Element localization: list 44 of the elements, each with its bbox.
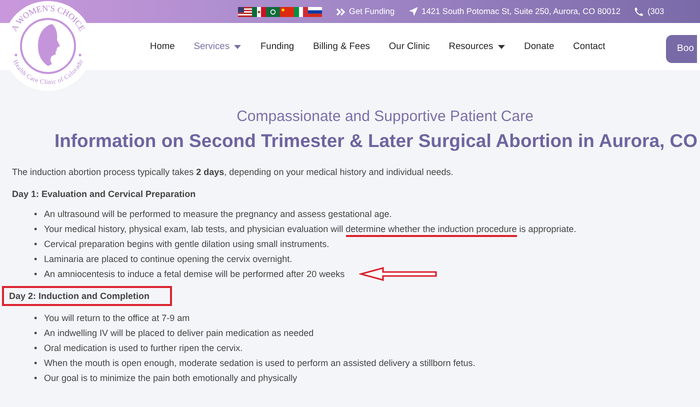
flag-icon[interactable] [252, 6, 266, 16]
phone-icon [634, 7, 644, 16]
intro-paragraph: The induction abortion process typically takes 2 days, depending on your medical history and individual needs. [12, 166, 454, 178]
list-item: An amniocentesis to induce a fetal demise will be performed after 20 weeks [44, 268, 345, 280]
bullet: • [34, 342, 38, 354]
nav-link[interactable]: Resources [448, 40, 506, 54]
bullet: • [34, 268, 38, 280]
bullet: • [34, 327, 38, 339]
address-link[interactable]: 1421 South Potomac St, Suite 250, Aurora, CO 80012 [422, 5, 620, 18]
double-chevron-icon [336, 8, 345, 16]
list-item: You will return to the office at 7-9 am [44, 312, 190, 324]
bullet: • [34, 238, 38, 250]
nav-link[interactable]: Services [194, 40, 242, 54]
bullet: • [34, 357, 38, 369]
nav-link[interactable]: Home [150, 40, 175, 54]
nav-link[interactable]: Donate [524, 40, 554, 54]
nav-link[interactable]: Funding [260, 40, 294, 54]
nav-link[interactable]: Contact [573, 40, 606, 54]
subtitle: Compassionate and Supportive Patient Care [236, 108, 534, 126]
list-item: Laminaria are placed to continue opening the cervix overnight. [44, 253, 292, 265]
list-item: Cervical preparation begins with gentle dilation using small instruments. [44, 238, 330, 250]
flag-icon[interactable] [266, 6, 280, 16]
location-arrow-icon [408, 7, 418, 16]
list-item: When the mouth is open enough, moderate sedation is used to perform an assisted delivery a stillborn fetus. [44, 357, 476, 369]
list-item: Your medical history, physical exam, lab tests, and physician evaluation will determine whether the induction procedure is appropriate. [44, 223, 576, 235]
bullet: • [34, 312, 38, 324]
bullet: • [34, 208, 38, 220]
section-heading: Day 2: Induction and Completion [2, 286, 172, 306]
bullet: • [34, 253, 38, 265]
section-heading: Day 1: Evaluation and Cervical Preparation [12, 188, 196, 200]
bullet: • [34, 372, 38, 384]
phone-link[interactable]: (303 [647, 5, 664, 18]
book-button[interactable]: Boo [666, 35, 697, 64]
bullet: • [34, 223, 38, 235]
nav-link[interactable]: Our Clinic [388, 40, 430, 54]
list-item: An ultrasound will be performed to measure the pregnancy and assess gestational age. [44, 208, 392, 220]
list-item: An indwelling IV will be placed to deliver pain medication as needed [44, 327, 314, 339]
flag-icon[interactable] [238, 6, 252, 16]
list-item: Oral medication is used to further ripen the cervix. [44, 342, 243, 354]
flag-icon[interactable] [294, 6, 308, 16]
flag-icon[interactable] [308, 6, 322, 16]
nav-link[interactable]: Billing & Fees [313, 40, 370, 54]
list-item: Our goal is to minimize the pain both emotionally and physically [44, 372, 298, 384]
page-title: Information on Second Trimester & Later Surgical Abortion in Aurora, CO [53, 129, 699, 153]
